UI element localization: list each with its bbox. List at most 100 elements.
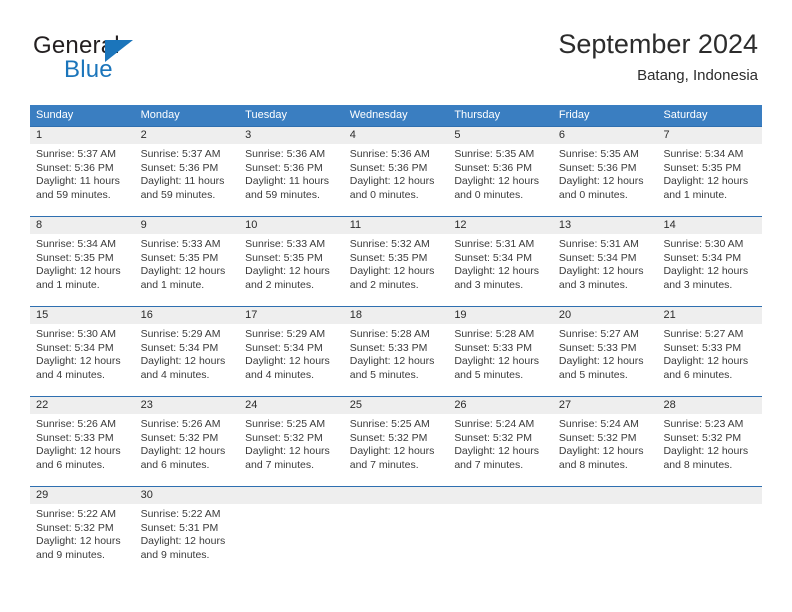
- day-cell[interactable]: Sunrise: 5:33 AM Sunset: 5:35 PM Dayligh…: [135, 234, 240, 305]
- daylight-text-line2: and 1 minute.: [36, 278, 100, 291]
- day-number[interactable]: 27: [553, 397, 658, 414]
- title-block: September 2024 Batang, Indonesia: [558, 28, 758, 86]
- daylight-text-line1: Daylight: 12 hours: [245, 265, 330, 278]
- day-number[interactable]: 8: [30, 217, 135, 234]
- day-cell[interactable]: Sunrise: 5:30 AM Sunset: 5:34 PM Dayligh…: [657, 234, 762, 305]
- day-number[interactable]: 20: [553, 307, 658, 324]
- day-number[interactable]: 30: [135, 487, 240, 504]
- day-cell[interactable]: Sunrise: 5:22 AM Sunset: 5:31 PM Dayligh…: [135, 504, 240, 575]
- day-number[interactable]: 14: [657, 217, 762, 234]
- day-cell[interactable]: Sunrise: 5:35 AM Sunset: 5:36 PM Dayligh…: [448, 144, 553, 215]
- sunset-text: Sunset: 5:32 PM: [454, 431, 532, 444]
- day-cell[interactable]: Sunrise: 5:24 AM Sunset: 5:32 PM Dayligh…: [553, 414, 658, 485]
- day-cell[interactable]: Sunrise: 5:26 AM Sunset: 5:33 PM Dayligh…: [30, 414, 135, 485]
- day-number[interactable]: 21: [657, 307, 762, 324]
- sunset-text: Sunset: 5:36 PM: [349, 161, 428, 174]
- day-cell[interactable]: Sunrise: 5:28 AM Sunset: 5:33 PM Dayligh…: [448, 324, 553, 395]
- day-cell[interactable]: Sunrise: 5:37 AM Sunset: 5:36 PM Dayligh…: [30, 144, 135, 215]
- day-cell[interactable]: Sunrise: 5:30 AM Sunset: 5:34 PM Dayligh…: [30, 324, 135, 395]
- sunrise-text: Sunrise: 5:27 AM: [663, 328, 744, 340]
- day-number[interactable]: 2: [135, 127, 240, 144]
- daylight-text-line1: Daylight: 12 hours: [454, 445, 539, 458]
- day-number[interactable]: 4: [344, 127, 449, 144]
- day-cell[interactable]: Sunrise: 5:33 AM Sunset: 5:35 PM Dayligh…: [239, 234, 344, 305]
- day-number[interactable]: 22: [30, 397, 135, 414]
- daylight-text-line1: Daylight: 11 hours: [140, 175, 225, 188]
- day-number[interactable]: 29: [30, 487, 135, 504]
- week-row: 29 30 Sunrise: 5:22 AM Sunset: 5:32 PM D…: [30, 486, 762, 576]
- daylight-text-line2: and 0 minutes.: [454, 188, 524, 201]
- day-number[interactable]: 6: [553, 127, 658, 144]
- day-number[interactable]: 18: [344, 307, 449, 324]
- daylight-text-line2: and 7 minutes.: [245, 458, 315, 471]
- day-number[interactable]: 13: [553, 217, 658, 234]
- day-number[interactable]: 15: [30, 307, 135, 324]
- sunrise-text: Sunrise: 5:29 AM: [140, 328, 221, 340]
- week-row: 15 16 17 18 19 20 21 Sunrise: 5:30 AM Su…: [30, 306, 762, 396]
- sunrise-text: Sunrise: 5:31 AM: [558, 238, 639, 250]
- daylight-text-line1: Daylight: 12 hours: [349, 355, 435, 368]
- day-cell[interactable]: Sunrise: 5:31 AM Sunset: 5:34 PM Dayligh…: [553, 234, 658, 305]
- day-number[interactable]: 25: [344, 397, 449, 414]
- day-cell[interactable]: Sunrise: 5:29 AM Sunset: 5:34 PM Dayligh…: [135, 324, 240, 395]
- day-cell[interactable]: Sunrise: 5:25 AM Sunset: 5:32 PM Dayligh…: [239, 414, 344, 485]
- day-number[interactable]: 16: [135, 307, 240, 324]
- day-number-empty: [344, 487, 449, 504]
- daylight-text-line1: Daylight: 12 hours: [36, 445, 121, 458]
- day-cell[interactable]: Sunrise: 5:22 AM Sunset: 5:32 PM Dayligh…: [30, 504, 135, 575]
- day-cell[interactable]: Sunrise: 5:26 AM Sunset: 5:32 PM Dayligh…: [135, 414, 240, 485]
- daylight-text-line1: Daylight: 12 hours: [245, 355, 330, 368]
- day-number[interactable]: 12: [448, 217, 553, 234]
- day-number[interactable]: 10: [239, 217, 344, 234]
- sunrise-text: Sunrise: 5:37 AM: [36, 148, 116, 160]
- daylight-text-line1: Daylight: 12 hours: [245, 445, 330, 458]
- day-cell[interactable]: Sunrise: 5:29 AM Sunset: 5:34 PM Dayligh…: [239, 324, 344, 395]
- sunrise-text: Sunrise: 5:33 AM: [245, 238, 326, 250]
- daylight-text-line2: and 6 minutes.: [36, 458, 105, 471]
- day-number[interactable]: 26: [448, 397, 553, 414]
- day-number[interactable]: 11: [344, 217, 449, 234]
- sunrise-text: Sunrise: 5:26 AM: [140, 418, 221, 430]
- daylight-text-line2: and 6 minutes.: [663, 368, 733, 381]
- day-cell[interactable]: Sunrise: 5:36 AM Sunset: 5:36 PM Dayligh…: [239, 144, 344, 215]
- daylight-text-line1: Daylight: 12 hours: [558, 175, 644, 188]
- sunset-text: Sunset: 5:35 PM: [663, 161, 742, 174]
- day-number[interactable]: 19: [448, 307, 553, 324]
- day-cell[interactable]: Sunrise: 5:28 AM Sunset: 5:33 PM Dayligh…: [344, 324, 449, 395]
- day-cell[interactable]: Sunrise: 5:36 AM Sunset: 5:36 PM Dayligh…: [344, 144, 449, 215]
- day-cell[interactable]: Sunrise: 5:31 AM Sunset: 5:34 PM Dayligh…: [448, 234, 553, 305]
- day-number[interactable]: 5: [448, 127, 553, 144]
- daylight-text-line1: Daylight: 12 hours: [558, 265, 644, 278]
- week-daynumber-band: 29 30: [30, 487, 762, 504]
- day-number[interactable]: 1: [30, 127, 135, 144]
- sunrise-text: Sunrise: 5:23 AM: [663, 418, 744, 430]
- day-cell-empty: [344, 504, 449, 575]
- day-number[interactable]: 17: [239, 307, 344, 324]
- day-number[interactable]: 3: [239, 127, 344, 144]
- day-number[interactable]: 7: [657, 127, 762, 144]
- day-cell-empty: [553, 504, 658, 575]
- day-number[interactable]: 24: [239, 397, 344, 414]
- day-number[interactable]: 9: [135, 217, 240, 234]
- day-cell[interactable]: Sunrise: 5:34 AM Sunset: 5:35 PM Dayligh…: [30, 234, 135, 305]
- day-number[interactable]: 28: [657, 397, 762, 414]
- day-cell[interactable]: Sunrise: 5:27 AM Sunset: 5:33 PM Dayligh…: [657, 324, 762, 395]
- day-number[interactable]: 23: [135, 397, 240, 414]
- day-cell[interactable]: Sunrise: 5:35 AM Sunset: 5:36 PM Dayligh…: [553, 144, 658, 215]
- general-blue-logo[interactable]: General Blue: [33, 32, 233, 83]
- day-cell[interactable]: Sunrise: 5:37 AM Sunset: 5:36 PM Dayligh…: [135, 144, 240, 215]
- daylight-text-line1: Daylight: 12 hours: [454, 175, 539, 188]
- sunset-text: Sunset: 5:36 PM: [558, 161, 637, 174]
- day-cell[interactable]: Sunrise: 5:23 AM Sunset: 5:32 PM Dayligh…: [657, 414, 762, 485]
- day-cell[interactable]: Sunrise: 5:25 AM Sunset: 5:32 PM Dayligh…: [344, 414, 449, 485]
- sunset-text: Sunset: 5:34 PM: [245, 341, 323, 354]
- day-cell[interactable]: Sunrise: 5:24 AM Sunset: 5:32 PM Dayligh…: [448, 414, 553, 485]
- day-cell[interactable]: Sunrise: 5:27 AM Sunset: 5:33 PM Dayligh…: [553, 324, 658, 395]
- daylight-text-line1: Daylight: 12 hours: [558, 445, 644, 458]
- daylight-text-line2: and 8 minutes.: [663, 458, 733, 471]
- day-cell[interactable]: Sunrise: 5:34 AM Sunset: 5:35 PM Dayligh…: [657, 144, 762, 215]
- week-row: 22 23 24 25 26 27 28 Sunrise: 5:26 AM Su…: [30, 396, 762, 486]
- day-cell[interactable]: Sunrise: 5:32 AM Sunset: 5:35 PM Dayligh…: [344, 234, 449, 305]
- sunrise-text: Sunrise: 5:35 AM: [454, 148, 535, 160]
- sunrise-text: Sunrise: 5:33 AM: [140, 238, 221, 250]
